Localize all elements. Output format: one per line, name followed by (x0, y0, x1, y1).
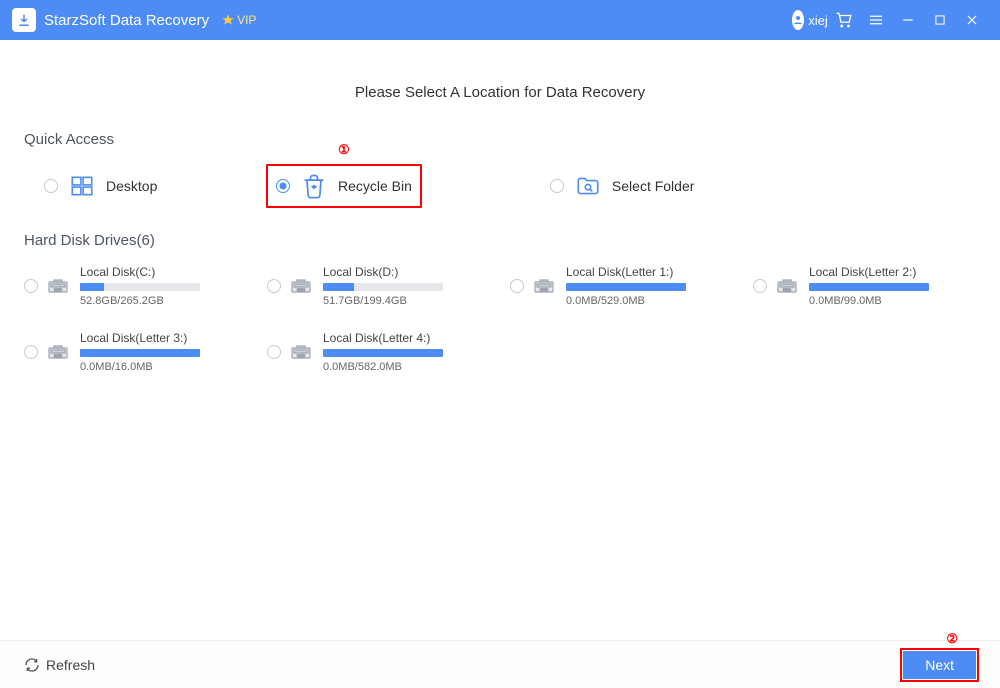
drive-name: Local Disk(Letter 3:) (80, 331, 200, 345)
main-content: Please Select A Location for Data Recove… (0, 40, 1000, 640)
drive-size: 0.0MB/99.0MB (809, 295, 929, 307)
ssd-drive-icon: SSD (46, 339, 72, 365)
maximize-icon[interactable] (926, 6, 954, 34)
drive-size: 51.7GB/199.4GB (323, 295, 443, 307)
drive-name: Local Disk(Letter 4:) (323, 331, 443, 345)
ssd-drive-icon: SSD (289, 273, 315, 299)
drive-item[interactable]: SSD Local Disk(D:) 51.7GB/199.4GB (267, 265, 490, 307)
radio-drive[interactable] (753, 279, 767, 293)
app-logo-icon (12, 8, 36, 32)
svg-text:SSD: SSD (54, 287, 62, 292)
annotation-one: ① (338, 142, 350, 158)
menu-icon[interactable] (862, 6, 890, 34)
ssd-drive-icon: SSD (46, 273, 72, 299)
svg-text:SSD: SSD (297, 287, 305, 292)
drive-usage-bar (80, 283, 200, 291)
drive-name: Local Disk(D:) (323, 265, 443, 279)
radio-drive[interactable] (267, 345, 281, 359)
page-heading: Please Select A Location for Data Recove… (24, 84, 976, 101)
quick-access-label: Quick Access (24, 131, 976, 148)
drive-usage-bar (809, 283, 929, 291)
radio-drive[interactable] (24, 345, 38, 359)
recycle-bin-icon (300, 172, 328, 200)
next-label: Next (925, 657, 954, 673)
quick-item-label: Select Folder (612, 178, 694, 194)
drive-size: 0.0MB/582.0MB (323, 361, 443, 373)
ssd-drive-icon: SSD (775, 273, 801, 299)
refresh-button[interactable]: Refresh (24, 657, 95, 673)
drive-usage-bar (566, 283, 686, 291)
drive-usage-bar (80, 349, 200, 357)
minimize-icon[interactable] (894, 6, 922, 34)
radio-drive[interactable] (24, 279, 38, 293)
ssd-drive-icon: SSD (532, 273, 558, 299)
windows-icon (68, 172, 96, 200)
drive-usage-bar (323, 349, 443, 357)
drive-size: 52.8GB/265.2GB (80, 295, 200, 307)
svg-text:SSD: SSD (540, 287, 548, 292)
titlebar: StarzSoft Data Recovery VIP xiej (0, 0, 1000, 40)
drive-item[interactable]: SSD Local Disk(Letter 3:) 0.0MB/16.0MB (24, 331, 247, 373)
vip-badge: VIP (221, 13, 256, 27)
drives-label: Hard Disk Drives(6) (24, 232, 976, 249)
drive-name: Local Disk(Letter 1:) (566, 265, 686, 279)
drive-size: 0.0MB/16.0MB (80, 361, 200, 373)
drive-item[interactable]: SSD Local Disk(Letter 4:) 0.0MB/582.0MB (267, 331, 490, 373)
ssd-drive-icon: SSD (289, 339, 315, 365)
drives-grid: SSD Local Disk(C:) 52.8GB/265.2GB SSD Lo… (24, 265, 976, 373)
drive-usage-bar (323, 283, 443, 291)
footer: Refresh ② Next (0, 640, 1000, 688)
quick-item-label: Desktop (106, 178, 157, 194)
quick-item-label: Recycle Bin (338, 178, 412, 194)
user-account[interactable]: xiej (798, 6, 826, 34)
refresh-icon (24, 657, 40, 673)
quick-access-row: Desktop ① Recycle Bin Select Folder (24, 164, 976, 208)
quick-item-select-folder[interactable]: Select Folder (542, 164, 702, 208)
radio-drive[interactable] (267, 279, 281, 293)
drive-item[interactable]: SSD Local Disk(Letter 2:) 0.0MB/99.0MB (753, 265, 976, 307)
radio-desktop[interactable] (44, 179, 58, 193)
quick-item-desktop[interactable]: Desktop (36, 164, 176, 208)
radio-recycle-bin[interactable] (276, 179, 290, 193)
svg-text:SSD: SSD (54, 353, 62, 358)
drive-size: 0.0MB/529.0MB (566, 295, 686, 307)
svg-text:SSD: SSD (297, 353, 305, 358)
vip-label: VIP (237, 13, 256, 27)
refresh-label: Refresh (46, 657, 95, 673)
app-title: StarzSoft Data Recovery (44, 12, 209, 29)
folder-search-icon (574, 172, 602, 200)
avatar-icon (792, 10, 804, 30)
annotation-two: ② (946, 631, 958, 647)
svg-text:SSD: SSD (783, 287, 791, 292)
close-icon[interactable] (958, 6, 986, 34)
username-label: xiej (808, 13, 828, 28)
drive-item[interactable]: SSD Local Disk(C:) 52.8GB/265.2GB (24, 265, 247, 307)
quick-item-recycle-bin[interactable]: Recycle Bin (266, 164, 422, 208)
drive-name: Local Disk(C:) (80, 265, 200, 279)
radio-select-folder[interactable] (550, 179, 564, 193)
radio-drive[interactable] (510, 279, 524, 293)
next-button[interactable]: Next (903, 651, 976, 679)
cart-icon[interactable] (830, 6, 858, 34)
drive-name: Local Disk(Letter 2:) (809, 265, 929, 279)
drive-item[interactable]: SSD Local Disk(Letter 1:) 0.0MB/529.0MB (510, 265, 733, 307)
